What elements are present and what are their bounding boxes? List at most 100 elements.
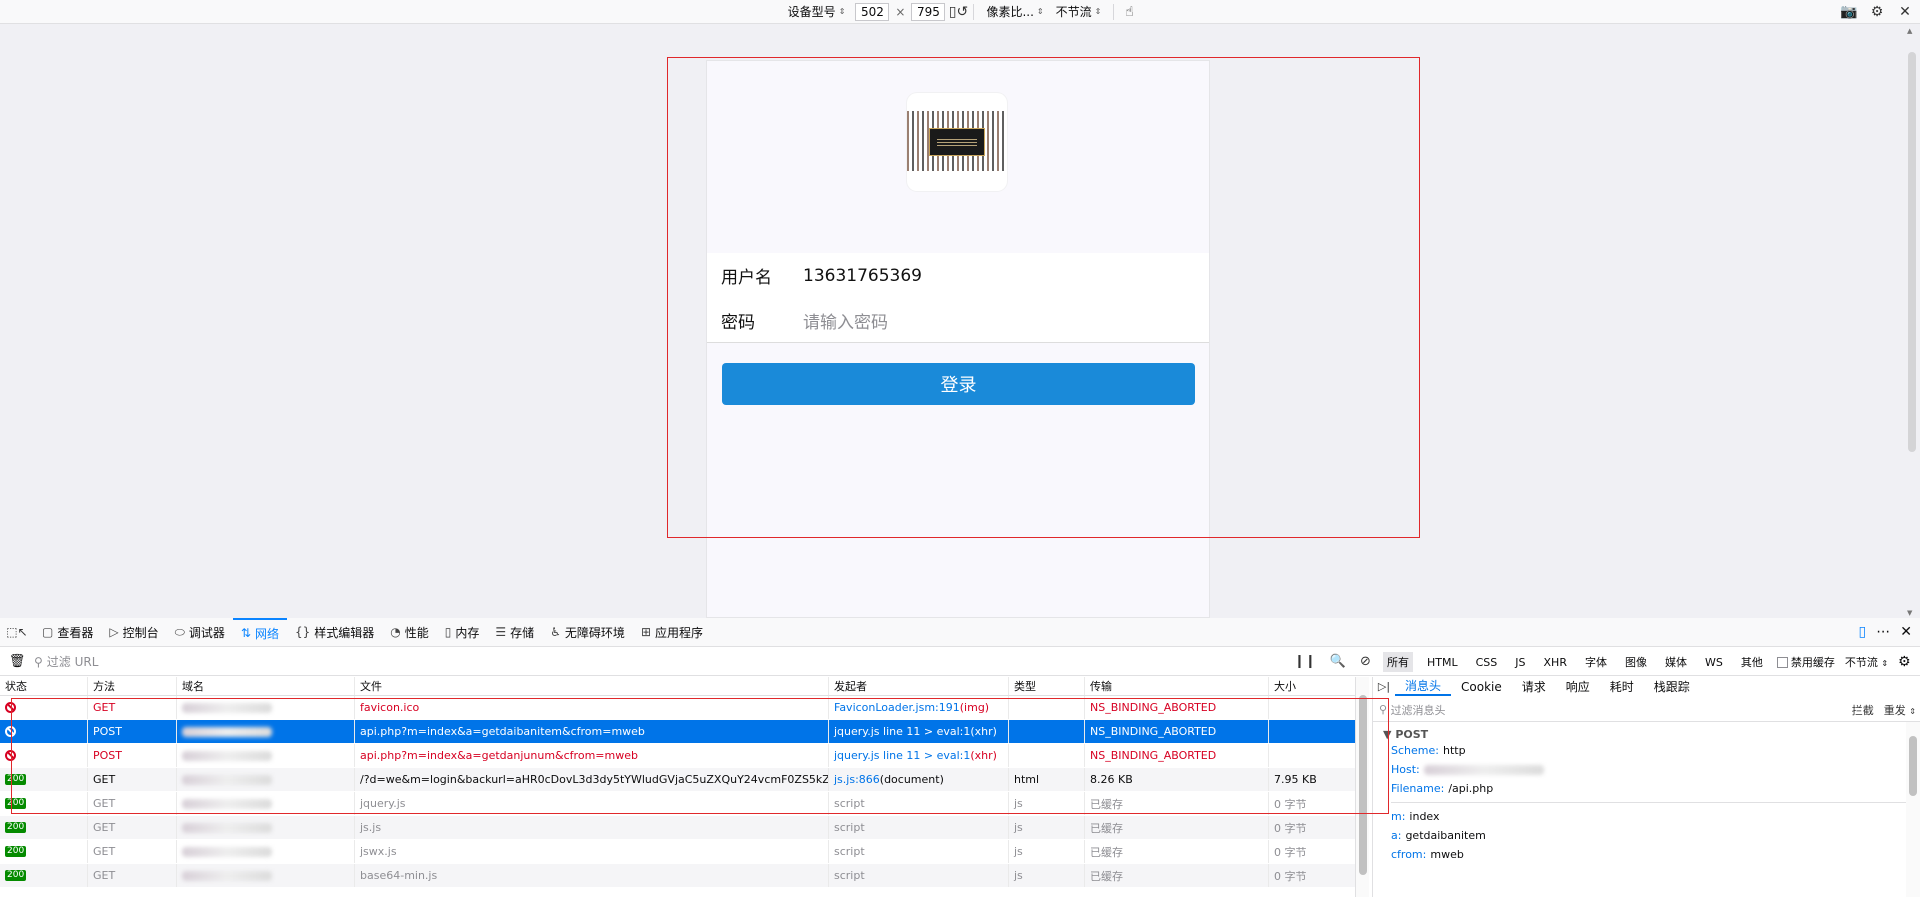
tab-memory[interactable]: ▯ 内存 [437,618,488,647]
scroll-down-icon[interactable]: ▼ [1907,609,1912,617]
throttle-dropdown[interactable]: 不节流 ⇕ [1845,654,1888,670]
password-input[interactable]: 请输入密码 [803,308,888,333]
table-row[interactable]: 200 GET js.js script js 已缓存 0 字节 [0,816,1355,840]
filter-icon: ⚲ [1379,703,1388,716]
table-row[interactable]: GET favicon.ico FaviconLoader.jsm:191 (i… [0,696,1355,720]
tab-timings[interactable]: 耗时 [1600,677,1644,696]
tab-headers[interactable]: 消息头 [1395,677,1452,696]
throttle-selector[interactable]: 不节流 ⇕ [1050,3,1108,20]
username-label: 用户名 [721,268,772,288]
filter-js[interactable]: JS [1511,654,1529,671]
url-filter[interactable]: ⚲ 过滤 URL [34,653,1294,670]
network-settings-gear-icon[interactable]: ⚙ [1898,654,1911,670]
viewport-scrollbar[interactable]: ▲ ▼ [1906,27,1917,617]
redacted-domain [182,774,272,785]
initiator-link[interactable]: jquery.js line 11 > eval:1 [834,749,970,762]
viewport-height-input[interactable]: 795 [911,2,946,21]
col-initiator[interactable]: 发起者 [829,677,1009,695]
scrollbar-thumb[interactable] [1909,736,1917,796]
tab-performance[interactable]: ◔ 性能 [382,618,437,647]
responsive-mode-icon[interactable]: ▯ [1859,624,1867,640]
close-icon[interactable]: ✕ [1896,3,1914,21]
more-options-icon[interactable]: ⋯ [1876,624,1890,640]
search-icon[interactable]: 🔍 [1330,654,1346,669]
tab-response[interactable]: 响应 [1556,677,1600,696]
details-scrollbar[interactable] [1906,722,1920,897]
tab-storage[interactable]: ☰ 存储 [487,618,542,647]
checkbox-box[interactable] [1776,656,1788,668]
scroll-up-icon[interactable]: ▲ [1907,27,1912,35]
device-viewport[interactable]: 用户名 13631765369 密码 请输入密码 登录 [706,60,1210,618]
tab-accessibility[interactable]: ♿ 无障碍环境 [542,618,633,647]
tab-cookie[interactable]: Cookie [1451,677,1512,696]
password-row: 密码 请输入密码 [707,298,1209,343]
table-row[interactable]: 200 GET base64-min.js script js 已缓存 0 字节 [0,864,1355,888]
viewport-width-input[interactable]: 502 [855,2,890,21]
block-button[interactable]: 拦截 [1852,702,1874,718]
devtools-tabbar: ⬚↖ ▢ 查看器 ▷ 控制台 ⬭ 调试器 ⇅ 网络 {} 样式编辑器 ◔ 性能 ▯ 内存 ☰ 存… [0,617,1920,647]
url-filter-input[interactable]: 过滤 URL [47,653,99,670]
table-row[interactable]: 200 GET jswx.js script js 已缓存 0 字节 [0,840,1355,864]
initiator-link[interactable]: FaviconLoader.jsm:191 [834,701,960,714]
redacted-host [1423,764,1544,775]
col-transfer[interactable]: 传输 [1085,677,1269,695]
col-method[interactable]: 方法 [88,677,177,695]
initiator-suffix: (xhr) [970,749,997,762]
request-table-scrollbar[interactable] [1355,677,1369,897]
param-key: cfrom: [1391,848,1427,861]
throttle-label: 不节流 [1844,656,1878,669]
username-input[interactable]: 13631765369 [803,266,922,286]
initiator-link[interactable]: jquery.js line 11 > eval:1 [834,725,970,738]
tab-console[interactable]: ▷ 控制台 [101,618,166,647]
scrollbar-thumb[interactable] [1908,52,1916,452]
tab-application[interactable]: ⊞ 应用程序 [633,618,711,647]
table-row[interactable]: 200 GET jquery.js script js 已缓存 0 字节 [0,792,1355,816]
filter-xhr[interactable]: XHR [1540,654,1571,671]
block-icon[interactable]: ⊘ [1360,654,1371,669]
disable-cache-checkbox[interactable]: 禁用缓存 [1776,654,1835,670]
filter-images[interactable]: 图像 [1621,652,1651,672]
dpr-selector[interactable]: 像素比... ⇕ [980,3,1049,20]
filter-media[interactable]: 媒体 [1661,652,1691,672]
tab-network[interactable]: ⇅ 网络 [232,617,287,647]
filter-html[interactable]: HTML [1423,654,1462,671]
col-size[interactable]: 大小 [1269,677,1355,695]
table-row[interactable]: POST api.php?m=index&a=getdanjunum&cfrom… [0,744,1355,768]
tab-stack-trace[interactable]: 栈跟踪 [1644,677,1700,696]
tab-inspector[interactable]: ▢ 查看器 [34,618,101,647]
post-section-toggle[interactable]: ▼ POST [1373,722,1920,741]
resend-button[interactable]: 重发 ⇕ [1884,702,1916,718]
login-button[interactable]: 登录 [722,363,1195,405]
touch-simulation-icon[interactable]: ☝ [1120,3,1138,21]
filter-css[interactable]: CSS [1472,654,1502,671]
col-domain[interactable]: 域名 [177,677,355,695]
tab-debugger[interactable]: ⬭ 调试器 [167,618,233,647]
toggle-sidebar-icon[interactable]: ▷| [1373,680,1395,693]
filter-fonts[interactable]: 字体 [1581,652,1611,672]
filter-other[interactable]: 其他 [1737,652,1767,672]
table-row[interactable]: 200 GET /?d=we&m=login&backurl=aHR0cDovL… [0,768,1355,792]
filter-ws[interactable]: WS [1701,654,1727,671]
settings-gear-icon[interactable]: ⚙ [1868,3,1886,21]
close-devtools-icon[interactable]: ✕ [1900,624,1912,640]
tab-label: 网络 [254,626,279,641]
headers-filter[interactable]: ⚲ 过滤消息头 拦截 重发 ⇕ [1373,698,1920,722]
element-picker-icon[interactable]: ⬚↖ [0,625,34,639]
rotate-viewport-icon[interactable]: ▯↺ [949,3,968,21]
col-type[interactable]: 类型 [1009,677,1085,695]
scrollbar-thumb[interactable] [1359,695,1367,875]
size-cell: 0 字节 [1274,845,1307,859]
pause-icon[interactable]: ❙❙ [1294,654,1316,669]
status-cell: 200 [0,792,88,815]
filter-all[interactable]: 所有 [1383,652,1413,672]
headers-filter-input[interactable]: 过滤消息头 [1391,702,1446,718]
tab-request[interactable]: 请求 [1512,677,1556,696]
col-file[interactable]: 文件 [355,677,829,695]
screenshot-icon[interactable]: 📷 [1840,3,1858,21]
clear-log-trash-icon[interactable]: 🗑 [0,654,34,669]
col-status[interactable]: 状态 [0,677,88,695]
table-row-selected[interactable]: POST api.php?m=index&a=getdaibanitem&cfr… [0,720,1355,744]
device-selector[interactable]: 设备型号 ⇕ [782,3,852,20]
tab-style-editor[interactable]: {} 样式编辑器 [287,618,382,647]
initiator-link[interactable]: js.js:866 [834,773,880,786]
